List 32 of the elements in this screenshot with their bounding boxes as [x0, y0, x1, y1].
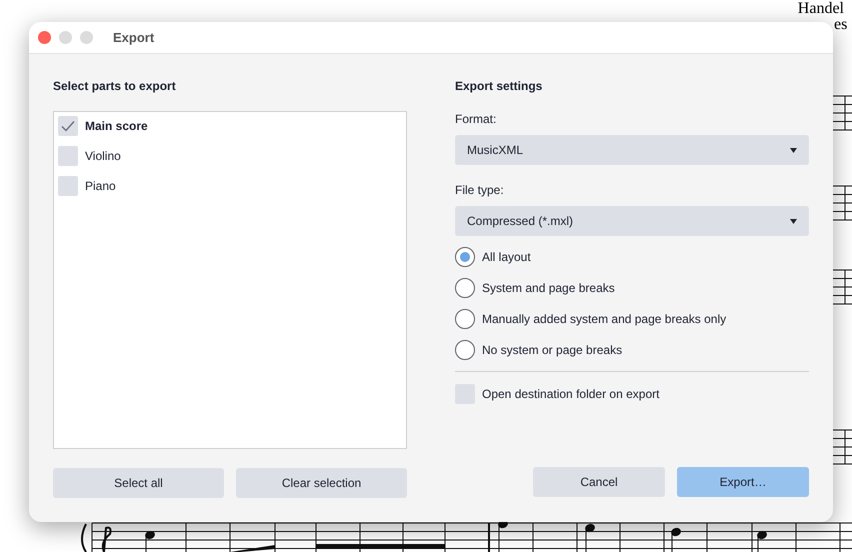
export-button[interactable]: Export…: [677, 467, 809, 497]
option-label: No system or page breaks: [482, 343, 622, 357]
format-dropdown[interactable]: MusicXML: [455, 135, 809, 165]
caret-icon: [790, 218, 797, 224]
radio-button[interactable]: [455, 278, 475, 298]
radio-button[interactable]: [455, 340, 475, 360]
checkbox[interactable]: [58, 176, 78, 196]
select-all-button[interactable]: Select all: [53, 468, 224, 498]
field-label: File type:: [455, 182, 505, 198]
file-type-dropdown[interactable]: Compressed (*.mxl): [455, 206, 809, 236]
checkbox[interactable]: [58, 146, 78, 166]
window-title: Export: [113, 30, 154, 45]
section-heading: Export settings: [455, 78, 544, 94]
composer-name: Handel: [798, 0, 844, 18]
option-label: Manually added system and page breaks only: [482, 312, 726, 326]
option-label: System and page breaks: [482, 281, 615, 295]
checkbox[interactable]: [58, 116, 78, 136]
close-icon[interactable]: [38, 31, 51, 44]
subtitle-text: es: [834, 16, 848, 34]
checkbox-label: Open destination folder on export: [482, 387, 660, 401]
field-label: Format:: [455, 111, 498, 127]
clear-selection-button[interactable]: Clear selection: [236, 468, 407, 498]
caret-icon: [790, 148, 797, 152]
part-label[interactable]: Violino: [85, 149, 121, 163]
cancel-button[interactable]: Cancel: [533, 467, 665, 497]
part-label[interactable]: Piano: [85, 179, 116, 193]
part-label[interactable]: Main score: [85, 119, 148, 133]
section-heading: Select parts to export: [53, 78, 177, 94]
radio-button[interactable]: [455, 309, 475, 329]
checkbox[interactable]: [455, 384, 475, 404]
option-label: All layout: [482, 250, 531, 264]
radio-button[interactable]: [455, 247, 475, 267]
